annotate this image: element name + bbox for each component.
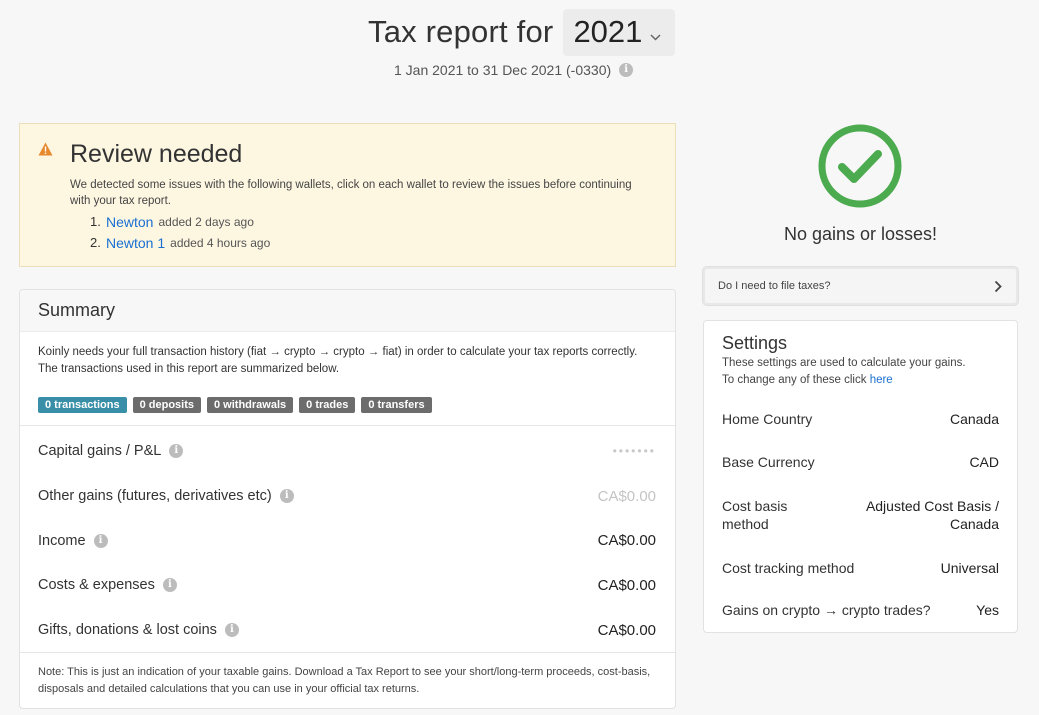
warning-icon xyxy=(38,142,53,161)
deposits-badge[interactable]: 0 deposits xyxy=(132,397,201,413)
file-taxes-label: Do I need to file taxes? xyxy=(718,280,831,292)
file-taxes-button[interactable]: Do I need to file taxes? xyxy=(702,266,1019,306)
summary-row-costs: Costs & expenses i CA$0.00 xyxy=(20,563,675,608)
page-title: Tax report for xyxy=(368,14,554,49)
settings-description: These settings are used to calculate you… xyxy=(722,355,1012,389)
row-label-text: Costs & expenses xyxy=(38,577,155,594)
setting-row-cost-tracking: Cost tracking method Universal xyxy=(722,560,999,576)
title-row: Tax report for 2021 xyxy=(368,8,676,56)
setting-value: CAD xyxy=(969,454,999,470)
summary-note: Note: This is just an indication of your… xyxy=(38,666,651,695)
setting-label: Base Currency xyxy=(722,454,815,470)
row-label-text: Gifts, donations & lost coins xyxy=(38,622,217,639)
summary-row-other-gains: Other gains (futures, derivatives etc) i… xyxy=(20,474,675,519)
row-value: CA$0.00 xyxy=(597,621,656,639)
settings-desc-line2: To change any of these click xyxy=(722,374,867,386)
setting-row-cost-basis: Cost basis method Adjusted Cost Basis / … xyxy=(722,497,999,533)
info-icon[interactable]: i xyxy=(93,533,108,548)
summary-row-gifts: Gifts, donations & lost coins i CA$0.00 xyxy=(20,608,675,653)
list-item: 2. Newton 1 added 4 hours ago xyxy=(90,232,270,253)
result-status: No gains or losses! xyxy=(783,224,938,244)
info-icon[interactable]: i xyxy=(224,623,239,638)
setting-row-base-currency: Base Currency CAD xyxy=(722,454,999,470)
wallet-link[interactable]: Newton 1 xyxy=(106,235,165,251)
setting-label: Home Country xyxy=(722,411,813,427)
row-label-text: Capital gains / P&L xyxy=(38,443,162,460)
row-value: CA$0.00 xyxy=(597,576,656,594)
transfers-badge[interactable]: 0 transfers xyxy=(361,397,432,413)
trades-badge[interactable]: 0 trades xyxy=(299,397,356,413)
transaction-badges: 0 transactions 0 deposits 0 withdrawals … xyxy=(38,397,432,413)
settings-change-link[interactable]: here xyxy=(870,374,893,386)
check-circle-icon xyxy=(818,124,902,208)
row-label-text: Income xyxy=(38,532,86,549)
summary-rows: Capital gains / P&L i ••••••• Other gain… xyxy=(20,429,675,652)
year-value: 2021 xyxy=(573,14,643,49)
setting-value: Adjusted Cost Basis / Canada xyxy=(865,498,999,532)
list-item: 1. Newton added 2 days ago xyxy=(90,211,270,232)
row-label: Other gains (futures, derivatives etc) i xyxy=(38,488,294,504)
list-number: 2. xyxy=(90,235,101,250)
row-value: CA$0.00 xyxy=(597,487,656,505)
setting-value: Universal xyxy=(940,560,999,576)
withdrawals-badge[interactable]: 0 withdrawals xyxy=(207,397,294,413)
settings-title: Settings xyxy=(722,333,788,353)
row-label: Costs & expenses i xyxy=(38,577,177,593)
wallet-added: added 2 days ago xyxy=(158,214,254,229)
divider xyxy=(20,425,675,426)
setting-value: Canada xyxy=(949,411,999,427)
wallet-list: 1. Newton added 2 days ago 2. Newton 1 a… xyxy=(90,211,270,253)
wallet-added: added 4 hours ago xyxy=(170,235,271,250)
row-label: Capital gains / P&L i xyxy=(38,443,184,460)
chevron-down-icon xyxy=(650,28,661,46)
review-needed-alert: Review needed We detected some issues wi… xyxy=(19,123,676,267)
review-title: Review needed xyxy=(70,140,243,168)
row-label-text: Other gains (futures, derivatives etc) xyxy=(38,488,272,505)
setting-label: Cost tracking method xyxy=(722,560,855,576)
setting-row-home-country: Home Country Canada xyxy=(722,411,999,427)
settings-card: Settings These settings are used to calc… xyxy=(703,320,1018,633)
wallet-link[interactable]: Newton xyxy=(106,214,153,230)
date-range-text: 1 Jan 2021 to 31 Dec 2021 (-0330) xyxy=(394,62,612,78)
chevron-right-icon xyxy=(994,280,1002,296)
row-value: ••••••• xyxy=(612,444,656,459)
info-icon[interactable]: i xyxy=(162,578,177,593)
info-icon[interactable]: i xyxy=(279,489,294,504)
transactions-badge[interactable]: 0 transactions xyxy=(38,397,127,413)
date-range: 1 Jan 2021 to 31 Dec 2021 (-0330) i xyxy=(394,62,634,78)
summary-description: Koinly needs your full transaction histo… xyxy=(38,346,638,375)
report-header: Tax report for 2021 1 Jan 2021 to 31 Dec… xyxy=(0,0,1039,100)
row-value: CA$0.00 xyxy=(597,532,656,550)
row-label: Income i xyxy=(38,533,108,549)
info-icon[interactable]: i xyxy=(169,444,184,459)
settings-desc-line1: These settings are used to calculate you… xyxy=(722,357,966,369)
summary-row-income: Income i CA$0.00 xyxy=(20,518,675,563)
summary-header: Summary xyxy=(20,290,675,332)
review-description: We detected some issues with the followi… xyxy=(70,179,632,207)
setting-value: Yes xyxy=(976,602,999,618)
summary-title: Summary xyxy=(38,300,116,320)
info-icon[interactable]: i xyxy=(619,63,634,77)
setting-row-crypto-trades: Gains on crypto → crypto trades? Yes xyxy=(722,602,999,618)
setting-label: Cost basis method xyxy=(722,498,788,532)
divider xyxy=(20,652,675,653)
row-label: Gifts, donations & lost coins i xyxy=(38,622,239,638)
summary-card: Summary Koinly needs your full transacti… xyxy=(19,289,676,709)
year-select[interactable]: 2021 xyxy=(563,8,676,56)
setting-label: Gains on crypto → crypto trades? xyxy=(722,602,931,618)
list-number: 1. xyxy=(90,214,101,229)
summary-row-capital-gains: Capital gains / P&L i ••••••• xyxy=(20,429,675,474)
